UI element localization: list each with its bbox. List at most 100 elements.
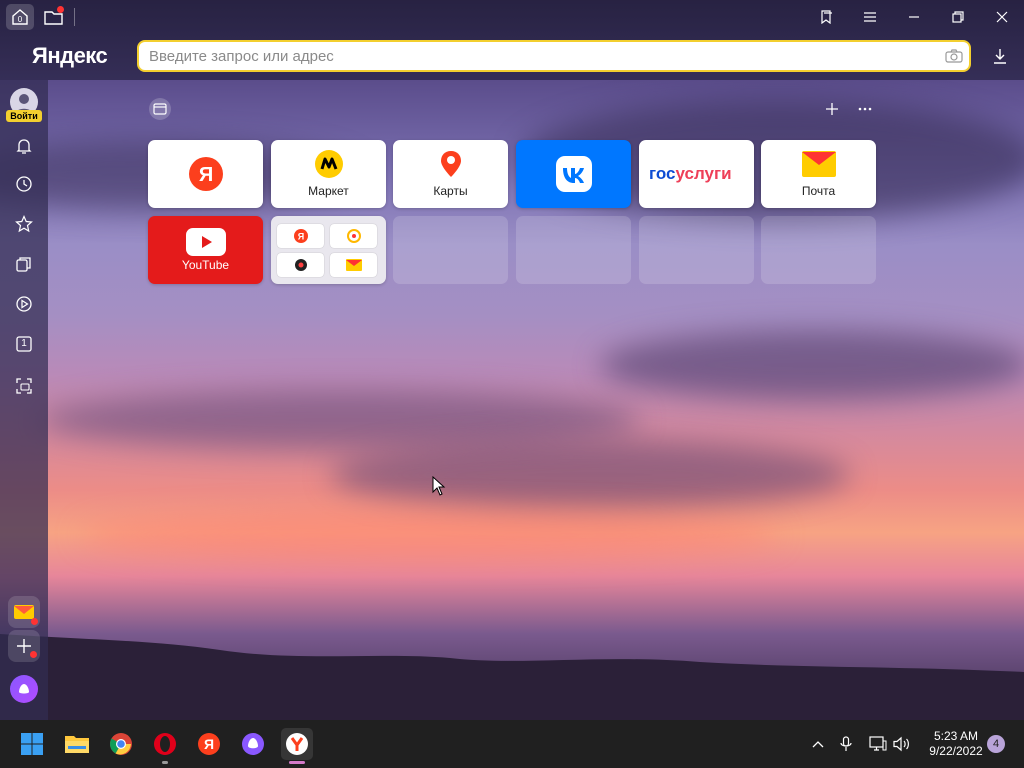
mountains (0, 634, 1024, 720)
clock-time: 5:23 AM (933, 729, 979, 743)
tile-vk[interactable] (516, 140, 631, 208)
mail-envelope-icon (801, 151, 836, 177)
play-icon (16, 296, 32, 312)
tile-label: Почта (801, 184, 836, 198)
close-button[interactable] (980, 0, 1024, 34)
svg-text:Я: Я (198, 164, 212, 186)
screenshot-button[interactable] (12, 374, 36, 398)
window-icon (153, 103, 167, 115)
tile-yandex[interactable]: Я (148, 140, 263, 208)
sidebar-mail-app[interactable] (8, 596, 40, 628)
counter-value: 1 (21, 338, 27, 349)
mini-tile-yandex: Я (277, 224, 324, 248)
omnibox[interactable] (137, 40, 971, 72)
alice-app-button[interactable] (237, 728, 269, 760)
star-icon (15, 215, 33, 233)
cloud (330, 440, 850, 510)
tile-youtube[interactable]: YouTube (148, 216, 263, 284)
chrome-button[interactable] (105, 728, 137, 760)
svg-text:0: 0 (18, 15, 23, 24)
camera-icon (945, 49, 963, 63)
tile-empty[interactable] (516, 216, 631, 284)
notifications-button[interactable] (12, 134, 36, 158)
speaker-icon (893, 736, 909, 752)
tile-market[interactable]: Маркет (271, 140, 386, 208)
chevron-up-icon (812, 741, 824, 748)
new-tab-button[interactable] (40, 4, 68, 30)
tile-gosuslugi[interactable]: госуслуги (639, 140, 754, 208)
vk-icon (555, 156, 592, 192)
collections-button[interactable] (12, 252, 36, 276)
tab-manager-button[interactable]: 0 (6, 4, 34, 30)
tableau-layout-button[interactable] (149, 98, 171, 120)
bookmarks-button[interactable] (12, 212, 36, 236)
youtube-icon (185, 228, 226, 256)
yandex-icon: Я (188, 157, 223, 191)
show-hidden-icons-button[interactable] (808, 734, 828, 754)
yandex-browser-button[interactable] (281, 728, 313, 764)
minimize-icon (909, 16, 919, 18)
soccer-ball-icon (294, 259, 307, 271)
opera-icon (154, 733, 176, 755)
mouse-cursor-icon (432, 476, 446, 496)
tile-empty[interactable] (761, 216, 876, 284)
running-indicator (162, 761, 168, 764)
microphone-button[interactable] (836, 734, 856, 754)
tile-mail[interactable]: Почта (761, 140, 876, 208)
tile-empty[interactable] (393, 216, 508, 284)
tile-empty[interactable] (639, 216, 754, 284)
yandex-logo[interactable]: Яндекс (32, 43, 108, 69)
restore-icon (952, 11, 964, 23)
history-button[interactable] (12, 172, 36, 196)
menu-button[interactable] (848, 0, 892, 34)
gosuslugi-logo: госуслуги (649, 164, 732, 183)
notification-dot (31, 618, 38, 625)
sidebar-add-button[interactable] (8, 630, 40, 662)
screenshot-icon (16, 378, 32, 394)
clock[interactable]: 5:23 AM 9/22/2022 (918, 729, 994, 759)
music-disc-icon (346, 229, 361, 243)
minimize-button[interactable] (892, 0, 936, 34)
bookmarks-window-button[interactable] (804, 0, 848, 34)
chrome-icon (110, 733, 132, 755)
notification-center-badge[interactable]: 4 (987, 735, 1005, 753)
history-icon (16, 176, 32, 192)
video-button[interactable] (12, 292, 36, 316)
folder-icon (65, 736, 89, 753)
tableau-more-button[interactable] (854, 98, 876, 120)
tile-maps[interactable]: Карты (393, 140, 508, 208)
svg-text:Я: Я (204, 736, 214, 752)
market-icon (314, 150, 343, 178)
restore-button[interactable] (936, 0, 980, 34)
close-icon (996, 11, 1008, 23)
svg-text:госуслуги: госуслуги (649, 164, 732, 183)
mini-tile-mail (330, 253, 377, 277)
opera-button[interactable] (149, 728, 181, 764)
alice-icon (19, 684, 29, 694)
home-tab-icon: 0 (12, 9, 28, 25)
login-button[interactable]: Войти (6, 110, 42, 122)
svg-text:Я: Я (297, 232, 303, 242)
browser-toolbar: 0 Яндекс (0, 0, 1024, 80)
alice-assistant-button[interactable] (10, 675, 38, 703)
downloads-button[interactable] (988, 44, 1012, 68)
download-icon (994, 49, 1006, 64)
volume-button[interactable] (892, 734, 912, 754)
add-site-button[interactable] (821, 98, 843, 120)
tabs-counter-button[interactable]: 1 (12, 332, 36, 356)
file-explorer-button[interactable] (61, 728, 93, 760)
mini-tile-ball (277, 253, 324, 277)
yandex-browser-icon (286, 733, 308, 755)
mini-tile-zen (330, 224, 377, 248)
tile-folder[interactable]: Я (271, 216, 386, 284)
address-input[interactable] (149, 47, 939, 65)
network-button[interactable] (868, 734, 888, 754)
microphone-icon (840, 736, 852, 751)
maps-pin-icon (440, 151, 461, 177)
notification-dot (57, 6, 64, 13)
mail-envelope-icon (345, 259, 362, 271)
start-button[interactable] (16, 728, 48, 760)
image-search-button[interactable] (939, 42, 969, 70)
tile-label: Карты (433, 184, 468, 198)
yandex-app-button[interactable]: Я (193, 728, 225, 760)
